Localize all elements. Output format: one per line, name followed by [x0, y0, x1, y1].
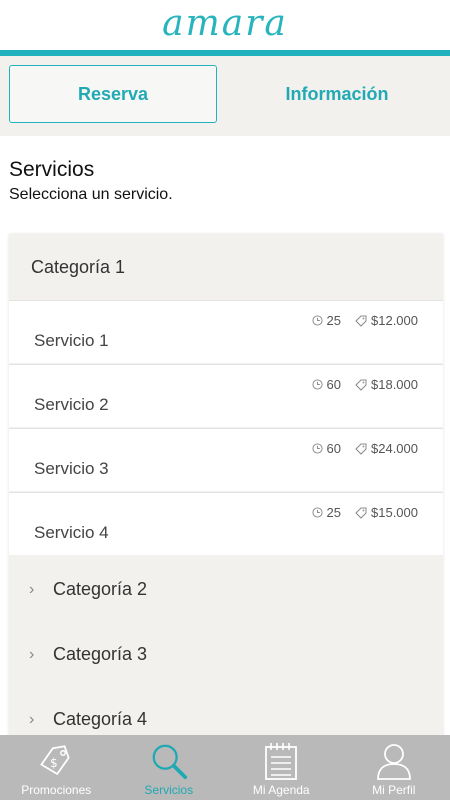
price-tag-icon: [355, 379, 367, 391]
services-accordion: Categoría 1 25 $12.000 Servicio 1 60 $18…: [9, 234, 443, 754]
service-item-1[interactable]: 25 $12.000 Servicio 1: [9, 300, 443, 363]
clock-icon: [311, 315, 323, 326]
service-duration: 60: [326, 441, 341, 456]
service-name: Servicio 3: [34, 459, 109, 478]
service-duration: 25: [326, 313, 341, 328]
service-price: $18.000: [371, 377, 418, 392]
service-item-2[interactable]: 60 $18.000 Servicio 2: [9, 364, 443, 427]
price-tag-icon: [355, 443, 367, 455]
price-tag-icon: [355, 315, 367, 327]
clock-icon: [311, 507, 323, 518]
nav-servicios[interactable]: Servicios: [113, 735, 226, 800]
chevron-right-icon: ›: [29, 645, 35, 663]
nav-mi-perfil[interactable]: Mi Perfil: [338, 735, 450, 800]
service-meta: 60 $18.000: [311, 377, 418, 392]
category-label: Categoría 2: [53, 579, 148, 599]
chevron-right-icon: ›: [29, 580, 35, 598]
page-title: Servicios: [9, 158, 95, 181]
service-item-4[interactable]: 25 $15.000 Servicio 4: [9, 492, 443, 555]
tab-reserva[interactable]: Reserva: [9, 65, 217, 123]
service-price: $15.000: [371, 505, 418, 520]
nav-label: Mi Agenda: [252, 783, 310, 797]
category-2-header[interactable]: › Categoría 2: [9, 557, 443, 622]
tab-bar: Reserva Información: [0, 56, 450, 136]
service-price: $12.000: [371, 313, 418, 328]
service-name: Servicio 4: [34, 523, 109, 542]
service-meta: 60 $24.000: [311, 441, 418, 456]
service-item-3[interactable]: 60 $24.000 Servicio 3: [9, 428, 443, 491]
app-header: amara: [0, 0, 450, 50]
service-meta: 25 $12.000: [311, 313, 418, 328]
price-tag-icon: [355, 507, 367, 519]
search-icon: [149, 741, 189, 781]
person-icon: [374, 741, 414, 781]
svg-text:$: $: [50, 756, 58, 770]
category-label: Categoría 3: [53, 644, 148, 664]
price-tag-icon: $: [36, 741, 76, 781]
clock-icon: [311, 443, 323, 454]
nav-promociones[interactable]: $ Promociones: [0, 735, 113, 800]
nav-label: Mi Perfil: [372, 783, 416, 797]
nav-label: Promociones: [21, 783, 92, 797]
nav-mi-agenda[interactable]: Mi Agenda: [225, 735, 338, 800]
service-price: $24.000: [371, 441, 418, 456]
service-name: Servicio 1: [34, 331, 109, 350]
clock-icon: [311, 379, 323, 390]
service-duration: 25: [326, 505, 341, 520]
category-3-header[interactable]: › Categoría 3: [9, 622, 443, 687]
nav-label: Servicios: [144, 783, 194, 797]
service-meta: 25 $15.000: [311, 505, 418, 520]
category-label: Categoría 1: [31, 256, 126, 277]
category-label: Categoría 4: [53, 709, 148, 729]
notepad-icon: [261, 741, 301, 781]
bottom-navigation: $ Promociones Servicios Mi Agenda Mi Per…: [0, 735, 450, 800]
amara-logo: amara: [162, 3, 288, 44]
chevron-right-icon: ›: [29, 710, 35, 728]
tab-informacion[interactable]: Información: [233, 65, 441, 123]
category-1-header[interactable]: Categoría 1: [9, 234, 443, 300]
service-name: Servicio 2: [34, 395, 109, 414]
service-duration: 60: [326, 377, 341, 392]
page-subtitle: Selecciona un servicio.: [9, 186, 173, 203]
